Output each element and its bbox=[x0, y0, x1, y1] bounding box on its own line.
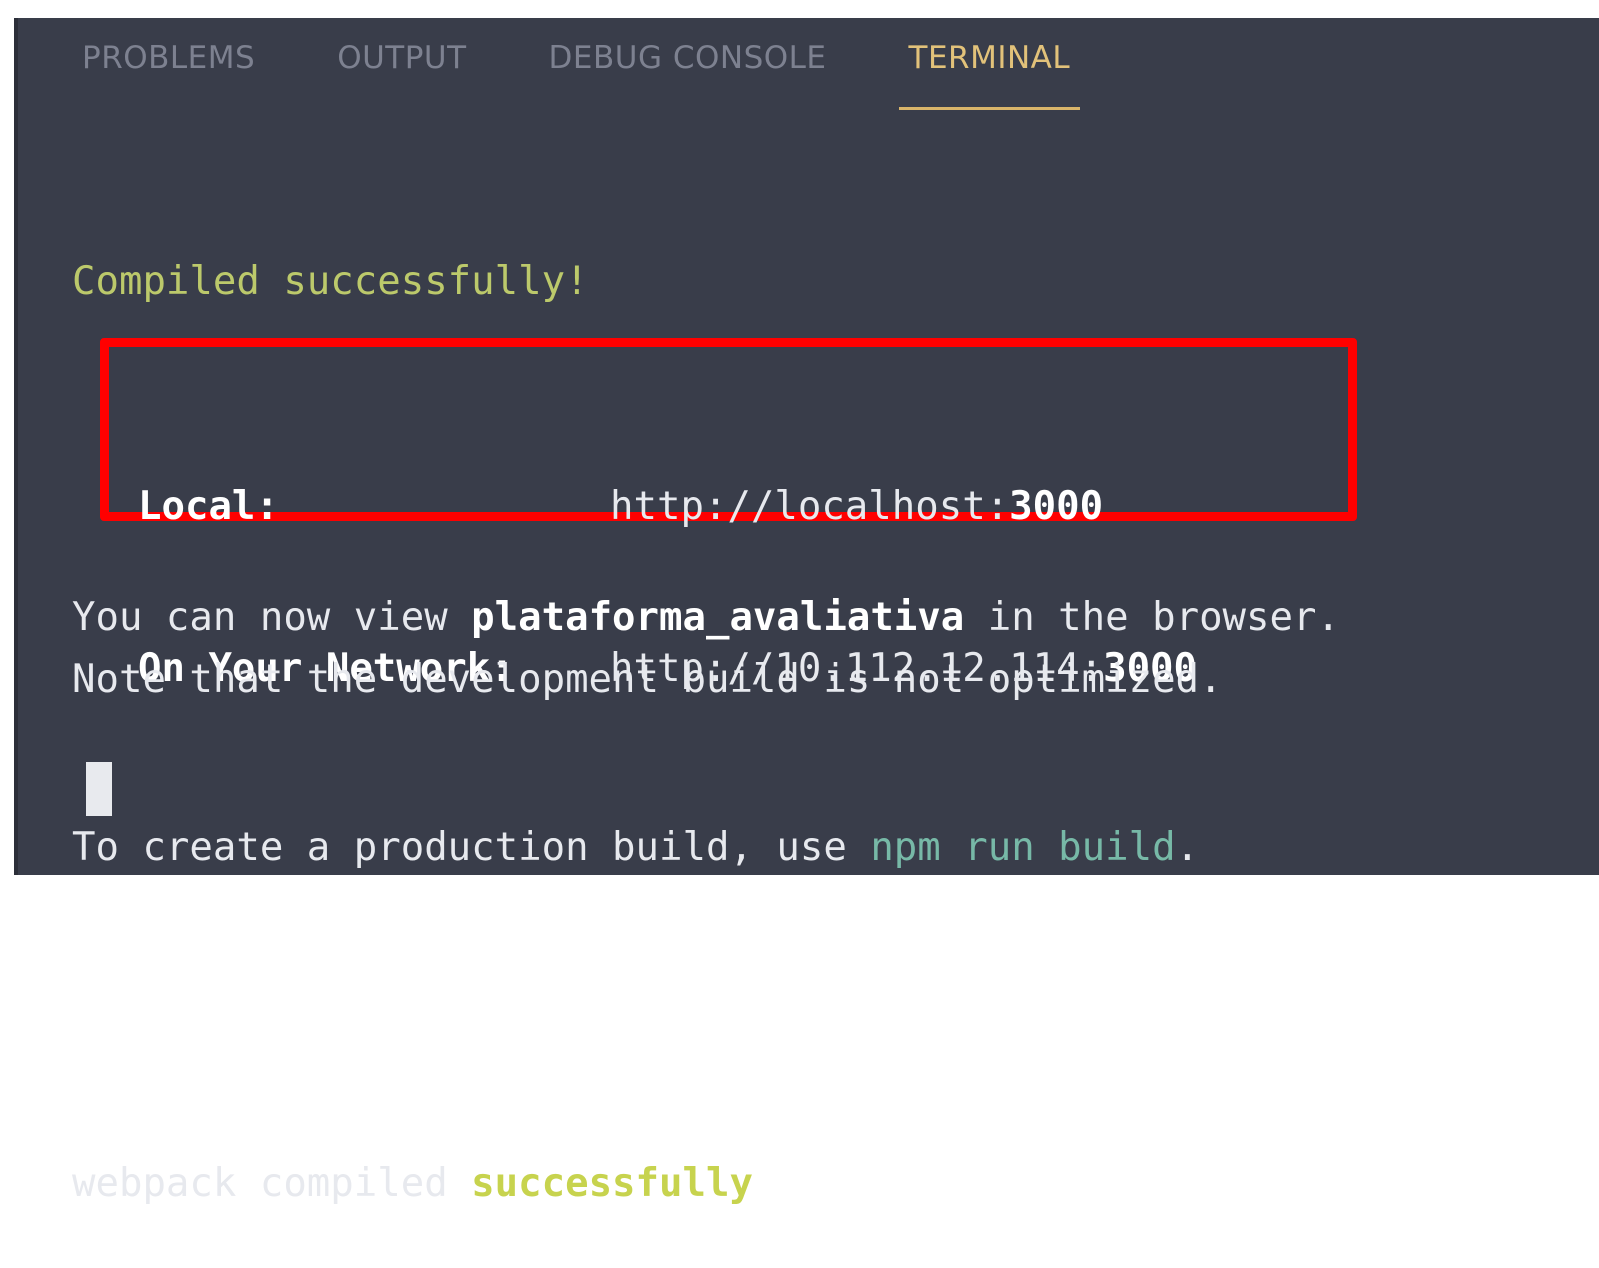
local-port: 3000 bbox=[1009, 484, 1104, 529]
note-line: Note that the development build is not o… bbox=[72, 657, 1223, 702]
prod-prefix: To create a production build, use bbox=[72, 825, 871, 870]
tab-output[interactable]: OUTPUT bbox=[327, 38, 476, 110]
tab-terminal[interactable]: TERMINAL bbox=[898, 38, 1081, 110]
webpack-status: successfully bbox=[471, 1161, 753, 1206]
tab-problems[interactable]: PROBLEMS bbox=[72, 38, 265, 110]
production-hint: To create a production build, use npm ru… bbox=[72, 820, 1223, 876]
prod-command: npm run build bbox=[870, 825, 1176, 870]
terminal-cursor bbox=[86, 762, 112, 816]
prod-suffix: . bbox=[1175, 825, 1200, 870]
webpack-prefix: webpack compiled bbox=[72, 1161, 472, 1206]
local-label: Local: bbox=[138, 484, 279, 529]
local-url-row: Local: http://localhost:3000 bbox=[138, 480, 1197, 534]
webpack-status-line: webpack compiled successfully bbox=[72, 1156, 1223, 1212]
local-url-prefix: http://localhost: bbox=[610, 484, 1010, 529]
local-url[interactable]: http://localhost:3000 bbox=[610, 480, 1103, 534]
compiled-message: Compiled successfully! bbox=[72, 259, 589, 304]
panel-tabs: PROBLEMS OUTPUT DEBUG CONSOLE TERMINAL bbox=[72, 38, 1142, 128]
tab-debug-console[interactable]: DEBUG CONSOLE bbox=[539, 38, 837, 110]
terminal-output-lower: Note that the development build is not o… bbox=[72, 540, 1223, 1268]
